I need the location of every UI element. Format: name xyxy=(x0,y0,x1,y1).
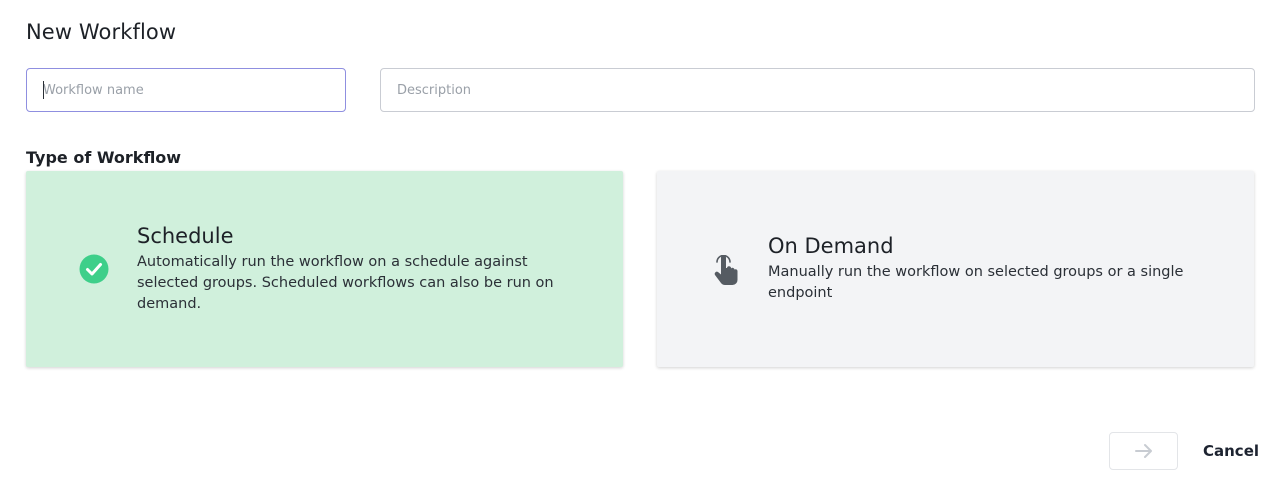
next-button[interactable] xyxy=(1109,432,1178,470)
on-demand-option-description: Manually run the workflow on selected gr… xyxy=(768,264,1184,301)
workflow-name-input[interactable] xyxy=(26,68,346,112)
check-circle-icon xyxy=(79,254,109,284)
on-demand-option-title: On Demand xyxy=(768,234,894,258)
text-caret xyxy=(43,81,44,99)
schedule-option-title: Schedule xyxy=(137,224,234,248)
pointer-hand-icon xyxy=(714,255,738,285)
dialog-title: New Workflow xyxy=(26,20,177,44)
schedule-option-card[interactable]: Schedule Automatically run the workflow … xyxy=(26,171,623,367)
schedule-option-description: Automatically run the workflow on a sche… xyxy=(137,254,554,312)
workflow-type-label: Type of Workflow xyxy=(26,148,182,167)
on-demand-option-card[interactable]: On Demand Manually run the workflow on s… xyxy=(657,171,1254,367)
description-input[interactable] xyxy=(380,68,1255,112)
arrow-right-icon xyxy=(1134,444,1152,458)
cancel-button[interactable]: Cancel xyxy=(1193,438,1269,464)
new-workflow-dialog: New Workflow Type of Workflow Schedule A… xyxy=(0,0,1280,479)
